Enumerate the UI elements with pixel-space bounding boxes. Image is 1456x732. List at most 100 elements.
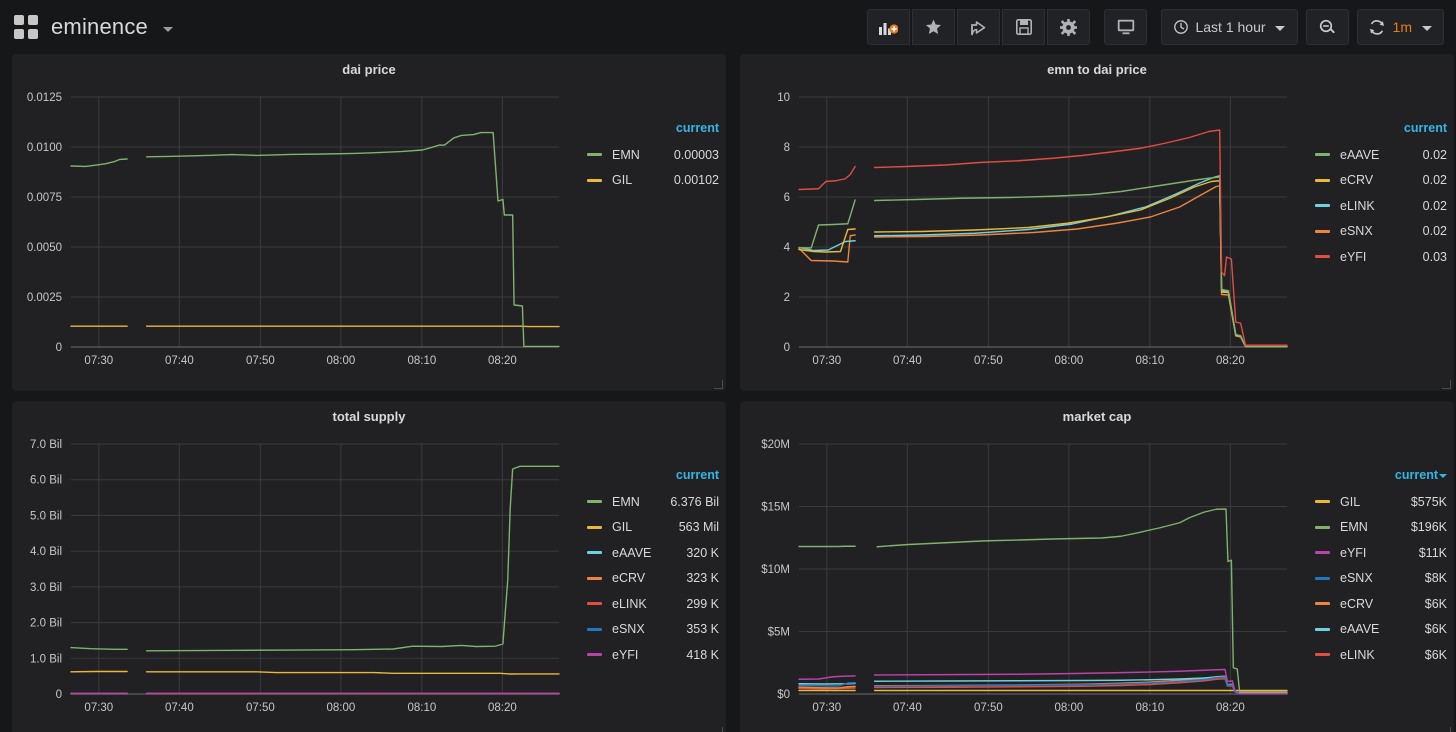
legend-color-swatch[interactable] [1315, 653, 1330, 656]
legend-item-GIL[interactable]: GIL563 Mil [569, 515, 725, 541]
legend-sort-header[interactable]: current [1297, 468, 1453, 489]
legend-current-value: 0.02 [1423, 199, 1453, 213]
svg-text:07:50: 07:50 [246, 702, 275, 714]
refresh-picker[interactable]: 1m [1357, 9, 1444, 45]
legend-color-swatch[interactable] [1315, 179, 1330, 182]
legend-item-EMN[interactable]: EMN0.00003 [569, 142, 725, 168]
legend-item-EMN[interactable]: EMN6.376 Bil [569, 489, 725, 515]
panel-title[interactable]: market cap [741, 402, 1453, 426]
legend-current-value: 0.00102 [674, 173, 725, 187]
panel-legend: currenteAAVE0.02eCRV0.02eLINK0.02eSNX0.0… [1297, 79, 1453, 390]
time-range-picker[interactable]: Last 1 hour [1161, 9, 1297, 45]
graph-canvas[interactable]: 01.0 Bil2.0 Bil3.0 Bil4.0 Bil5.0 Bil6.0 … [13, 426, 569, 732]
dashboard-settings-button[interactable] [1047, 9, 1090, 45]
svg-text:$0: $0 [777, 689, 790, 701]
series-line-eLINK [799, 176, 1287, 347]
legend-item-eCRV[interactable]: eCRV0.02 [1297, 168, 1453, 194]
panel-total-supply: total supply01.0 Bil2.0 Bil3.0 Bil4.0 Bi… [12, 401, 726, 732]
legend-color-swatch[interactable] [587, 526, 602, 529]
legend-color-swatch[interactable] [587, 551, 602, 554]
chevron-down-icon [1422, 26, 1432, 31]
legend-color-swatch[interactable] [1315, 526, 1330, 529]
legend-item-eSNX[interactable]: eSNX0.02 [1297, 219, 1453, 245]
legend-color-swatch[interactable] [1315, 230, 1330, 233]
series-line-GIL [71, 672, 559, 675]
panel-body: 024681007:3007:4007:5008:0008:1008:20cur… [741, 79, 1453, 390]
series-line-eYFI [799, 130, 1287, 345]
legend-item-GIL[interactable]: GIL0.00102 [569, 168, 725, 194]
panel-title[interactable]: emn to dai price [741, 55, 1453, 79]
legend-series-name: eAAVE [612, 546, 686, 560]
legend-color-swatch[interactable] [587, 577, 602, 580]
svg-text:08:20: 08:20 [488, 355, 517, 367]
panel-legend: currentEMN0.00003GIL0.00102 [569, 79, 725, 390]
legend-color-swatch[interactable] [587, 500, 602, 503]
legend-color-swatch[interactable] [587, 153, 602, 156]
star-dashboard-button[interactable] [912, 9, 955, 45]
legend-item-EMN[interactable]: EMN$196K [1297, 515, 1453, 541]
graph-canvas[interactable]: 024681007:3007:4007:5008:0008:1008:20 [741, 79, 1297, 390]
svg-text:0.0075: 0.0075 [27, 192, 62, 204]
share-dashboard-button[interactable] [957, 9, 1000, 45]
graph-canvas[interactable]: 00.00250.00500.00750.01000.012507:3007:4… [13, 79, 569, 390]
legend-color-swatch[interactable] [587, 628, 602, 631]
legend-sort-header[interactable]: current [569, 121, 725, 142]
dashboard-title[interactable]: eminence [51, 14, 148, 40]
svg-text:0.0050: 0.0050 [27, 242, 62, 254]
legend-color-swatch[interactable] [1315, 551, 1330, 554]
legend-color-swatch[interactable] [1315, 204, 1330, 207]
legend-current-value: 0.02 [1423, 173, 1453, 187]
legend-color-swatch[interactable] [1315, 500, 1330, 503]
legend-current-value: $6K [1425, 648, 1453, 662]
legend-current-value: $11K [1419, 546, 1453, 560]
legend-series-name: eLINK [1340, 648, 1425, 662]
svg-text:0.0025: 0.0025 [27, 292, 62, 304]
panel-dai-price: dai price00.00250.00500.00750.01000.0125… [12, 54, 726, 391]
legend-color-swatch[interactable] [587, 653, 602, 656]
time-range-label: Last 1 hour [1195, 19, 1265, 35]
svg-text:4: 4 [784, 242, 791, 254]
legend-item-eYFI[interactable]: eYFI418 K [569, 642, 725, 668]
legend-color-swatch[interactable] [587, 179, 602, 182]
tv-mode-button[interactable] [1104, 9, 1147, 45]
svg-text:07:40: 07:40 [165, 355, 194, 367]
legend-sort-header[interactable]: current [1297, 121, 1453, 142]
legend-item-eLINK[interactable]: eLINK299 K [569, 591, 725, 617]
legend-item-eSNX[interactable]: eSNX$8K [1297, 566, 1453, 592]
svg-text:1.0 Bil: 1.0 Bil [30, 653, 62, 665]
svg-text:0: 0 [56, 689, 62, 701]
legend-current-value: $575K [1411, 495, 1453, 509]
legend-item-eYFI[interactable]: eYFI$11K [1297, 540, 1453, 566]
legend-item-eAAVE[interactable]: eAAVE320 K [569, 540, 725, 566]
legend-color-swatch[interactable] [587, 602, 602, 605]
legend-item-eAAVE[interactable]: eAAVE0.02 [1297, 142, 1453, 168]
legend-item-eCRV[interactable]: eCRV$6K [1297, 591, 1453, 617]
legend-color-swatch[interactable] [1315, 153, 1330, 156]
legend-color-swatch[interactable] [1315, 255, 1330, 258]
legend-item-eYFI[interactable]: eYFI0.03 [1297, 244, 1453, 270]
refresh-interval-label: 1m [1393, 19, 1412, 35]
chevron-down-icon[interactable] [163, 27, 173, 32]
svg-text:07:50: 07:50 [246, 355, 275, 367]
save-dashboard-button[interactable] [1002, 9, 1045, 45]
legend-color-swatch[interactable] [1315, 628, 1330, 631]
legend-item-eLINK[interactable]: eLINK$6K [1297, 642, 1453, 668]
legend-item-eAAVE[interactable]: eAAVE$6K [1297, 617, 1453, 643]
legend-current-value: 418 K [686, 648, 725, 662]
add-panel-button[interactable] [867, 9, 910, 45]
panel-title[interactable]: total supply [13, 402, 725, 426]
legend-item-eLINK[interactable]: eLINK0.02 [1297, 193, 1453, 219]
panel-title[interactable]: dai price [13, 55, 725, 79]
legend-item-GIL[interactable]: GIL$575K [1297, 489, 1453, 515]
legend-series-name: EMN [1340, 520, 1411, 534]
dashboard-brand[interactable]: eminence [14, 14, 173, 40]
legend-series-name: GIL [612, 173, 674, 187]
legend-color-swatch[interactable] [1315, 602, 1330, 605]
legend-sort-header[interactable]: current [569, 468, 725, 489]
series-line-EMN [71, 466, 559, 651]
legend-color-swatch[interactable] [1315, 577, 1330, 580]
graph-canvas[interactable]: $0$5M$10M$15M$20M07:3007:4007:5008:0008:… [741, 426, 1297, 732]
legend-item-eCRV[interactable]: eCRV323 K [569, 566, 725, 592]
legend-item-eSNX[interactable]: eSNX353 K [569, 617, 725, 643]
zoom-out-time-button[interactable] [1306, 9, 1349, 45]
